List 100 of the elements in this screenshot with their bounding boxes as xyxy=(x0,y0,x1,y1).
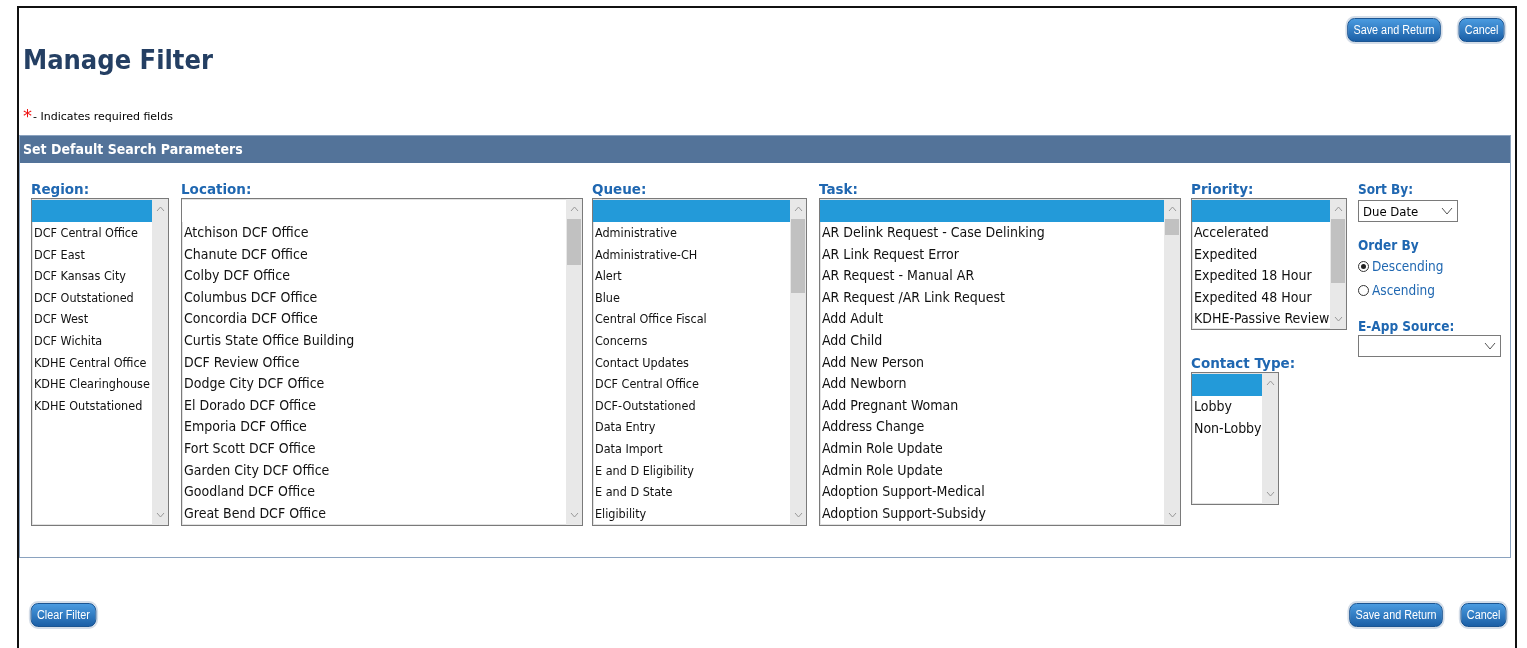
list-option[interactable]: DCF East xyxy=(32,243,152,266)
scroll-down-icon[interactable] xyxy=(1167,512,1177,518)
scroll-down-icon[interactable] xyxy=(569,512,579,518)
list-box[interactable] xyxy=(819,198,1181,526)
list-option[interactable]: Administrative xyxy=(593,222,790,244)
list-option[interactable]: Atchison DCF Office xyxy=(182,222,566,244)
list-option[interactable]: Accelerated xyxy=(1192,222,1330,244)
list-option[interactable]: DCF Outstationed xyxy=(32,286,152,309)
list-option[interactable]: Data Entry xyxy=(593,416,790,438)
list-option[interactable]: Emporia DCF Office xyxy=(182,416,566,438)
list-option[interactable]: Adoption Support-Medical xyxy=(820,481,1164,503)
list-option[interactable]: Add New Person xyxy=(820,351,1164,374)
scrollbar[interactable] xyxy=(1262,373,1278,504)
list-option[interactable]: Administrative-CH xyxy=(593,243,790,266)
scroll-down-icon[interactable] xyxy=(793,512,803,518)
scrollbar[interactable] xyxy=(1330,199,1346,329)
list-option[interactable]: Admin Role Update xyxy=(820,437,1164,460)
list-option[interactable]: KDHE Outstationed xyxy=(32,394,152,417)
scrollbar[interactable] xyxy=(566,199,582,525)
list-option[interactable]: Chanute DCF Office xyxy=(182,243,566,266)
list-option[interactable]: DCF Wichita xyxy=(32,329,152,352)
cancel-button[interactable]: Cancel xyxy=(1460,603,1507,627)
scroll-up-icon[interactable] xyxy=(155,206,165,212)
list-option[interactable]: Add Child xyxy=(820,329,1164,352)
list-option[interactable]: Concordia DCF Office xyxy=(182,308,566,330)
e-app-source-dropdown[interactable] xyxy=(1358,335,1501,357)
save-and-return-button[interactable]: Save and Return xyxy=(1348,603,1443,627)
list-option[interactable]: Data Import xyxy=(593,437,790,460)
field-label: Priority: xyxy=(1191,180,1255,198)
list-option[interactable]: Alert xyxy=(593,265,790,287)
clear-filter-button[interactable]: Clear Filter xyxy=(30,603,97,627)
list-option[interactable]: Expedited xyxy=(1192,243,1330,266)
sort-by-dropdown[interactable]: Due Date xyxy=(1358,200,1458,222)
list-option[interactable]: KDHE Clearinghouse xyxy=(32,373,152,395)
list-box[interactable] xyxy=(181,198,583,526)
list-option[interactable]: Concerns xyxy=(593,329,790,352)
section-header: Set Default Search Parameters xyxy=(20,136,1510,163)
list-option[interactable]: Colby DCF Office xyxy=(182,265,566,287)
list-box[interactable]: Administrative Administrative-CH Alert Blue Central Office Fiscal Concerns Contact Updates DCF Central Office DCF-Outstationed Data Entry Data Import E and D Eligibility E and D State Eligibility xyxy=(592,198,807,526)
list-option[interactable]: Great Bend DCF Office xyxy=(182,502,566,525)
scroll-down-icon[interactable] xyxy=(155,512,165,518)
list-option[interactable]: DCF Review Office xyxy=(182,351,566,374)
list-option[interactable]: El Dorado DCF Office xyxy=(182,394,566,417)
list-option[interactable]: Adoption Support-Subsidy xyxy=(820,502,1164,525)
list-option[interactable]: Address Change xyxy=(820,416,1164,438)
list-option[interactable]: Lobby xyxy=(1192,396,1262,418)
scroll-up-icon[interactable] xyxy=(1333,206,1343,212)
list-option[interactable]: Admin Role Update xyxy=(820,459,1164,482)
list-option[interactable]: Curtis State Office Building xyxy=(182,329,566,352)
scroll-up-icon[interactable] xyxy=(569,206,579,212)
list-option[interactable]: Expedited 18 Hour xyxy=(1192,265,1330,287)
scroll-thumb[interactable] xyxy=(567,219,581,265)
list-option[interactable]: AR Link Request Error xyxy=(820,243,1164,266)
list-option[interactable]: AR Request /AR Link Request xyxy=(820,286,1164,309)
radio-option[interactable]: Ascending xyxy=(1358,278,1501,302)
list-option[interactable]: Non-Lobby xyxy=(1192,417,1262,440)
list-option[interactable]: Contact Updates xyxy=(593,351,790,374)
list-option[interactable]: KDHE Central Office xyxy=(32,351,152,374)
field-label: Task: xyxy=(819,180,859,198)
radio-button[interactable] xyxy=(1358,284,1369,296)
scrollbar[interactable] xyxy=(790,199,806,525)
list-option[interactable]: Add Pregnant Woman xyxy=(820,394,1164,417)
list-option[interactable]: E and D Eligibility xyxy=(593,459,790,482)
list-option[interactable]: Central Office Fiscal xyxy=(593,308,790,330)
scroll-up-icon[interactable] xyxy=(1265,380,1275,386)
list-option[interactable]: Add Newborn xyxy=(820,373,1164,395)
list-option[interactable]: Eligibility xyxy=(593,502,790,525)
list-option[interactable]: Fort Scott DCF Office xyxy=(182,437,566,460)
list-box[interactable]: Lobby Non-Lobby xyxy=(1191,372,1279,505)
list-option[interactable]: Add Adult xyxy=(820,308,1164,330)
scroll-thumb[interactable] xyxy=(1165,219,1179,235)
scroll-down-icon[interactable] xyxy=(1333,316,1343,322)
list-option[interactable]: Expedited 48 Hour xyxy=(1192,286,1330,309)
list-option[interactable]: AR Request - Manual AR xyxy=(820,265,1164,287)
scroll-up-icon[interactable] xyxy=(1167,206,1177,212)
list-option[interactable]: DCF Central Office xyxy=(32,222,152,244)
list-option[interactable]: AR Delink Request - Case Delinking xyxy=(820,222,1164,244)
list-option[interactable]: Garden City DCF Office xyxy=(182,459,566,482)
list-option[interactable]: Blue xyxy=(593,286,790,309)
radio-option[interactable]: Descending xyxy=(1358,254,1501,278)
list-option[interactable]: E and D State xyxy=(593,481,790,503)
list-option[interactable]: DCF West xyxy=(32,308,152,330)
list-option[interactable]: Goodland DCF Office xyxy=(182,481,566,503)
scroll-down-icon[interactable] xyxy=(1265,491,1275,497)
scroll-thumb[interactable] xyxy=(1331,219,1345,283)
scroll-thumb[interactable] xyxy=(791,219,805,293)
list-option[interactable]: DCF-Outstationed xyxy=(593,394,790,417)
list-option[interactable]: Dodge City DCF Office xyxy=(182,373,566,395)
list-option[interactable]: Columbus DCF Office xyxy=(182,286,566,309)
radio-button[interactable] xyxy=(1358,260,1369,272)
list-box[interactable]: DCF Central Office DCF East DCF Kansas City DCF Outstationed DCF West DCF Wichita KDHE Central Office KDHE Clearinghouse KDHE Outstationed xyxy=(31,198,169,526)
list-option[interactable]: DCF Central Office xyxy=(593,373,790,395)
list-box[interactable]: Accelerated Expedited Expedited 18 Hour Expedited 48 Hour KDHE-Passive Review xyxy=(1191,198,1347,330)
scrollbar[interactable] xyxy=(152,199,168,525)
scrollbar[interactable] xyxy=(1164,199,1180,525)
list-option[interactable]: KDHE-Passive Review xyxy=(1192,308,1330,329)
save-and-return-button[interactable]: Save and Return xyxy=(1346,18,1441,42)
scroll-up-icon[interactable] xyxy=(793,206,803,212)
list-option[interactable]: DCF Kansas City xyxy=(32,265,152,287)
cancel-button[interactable]: Cancel xyxy=(1458,18,1505,42)
